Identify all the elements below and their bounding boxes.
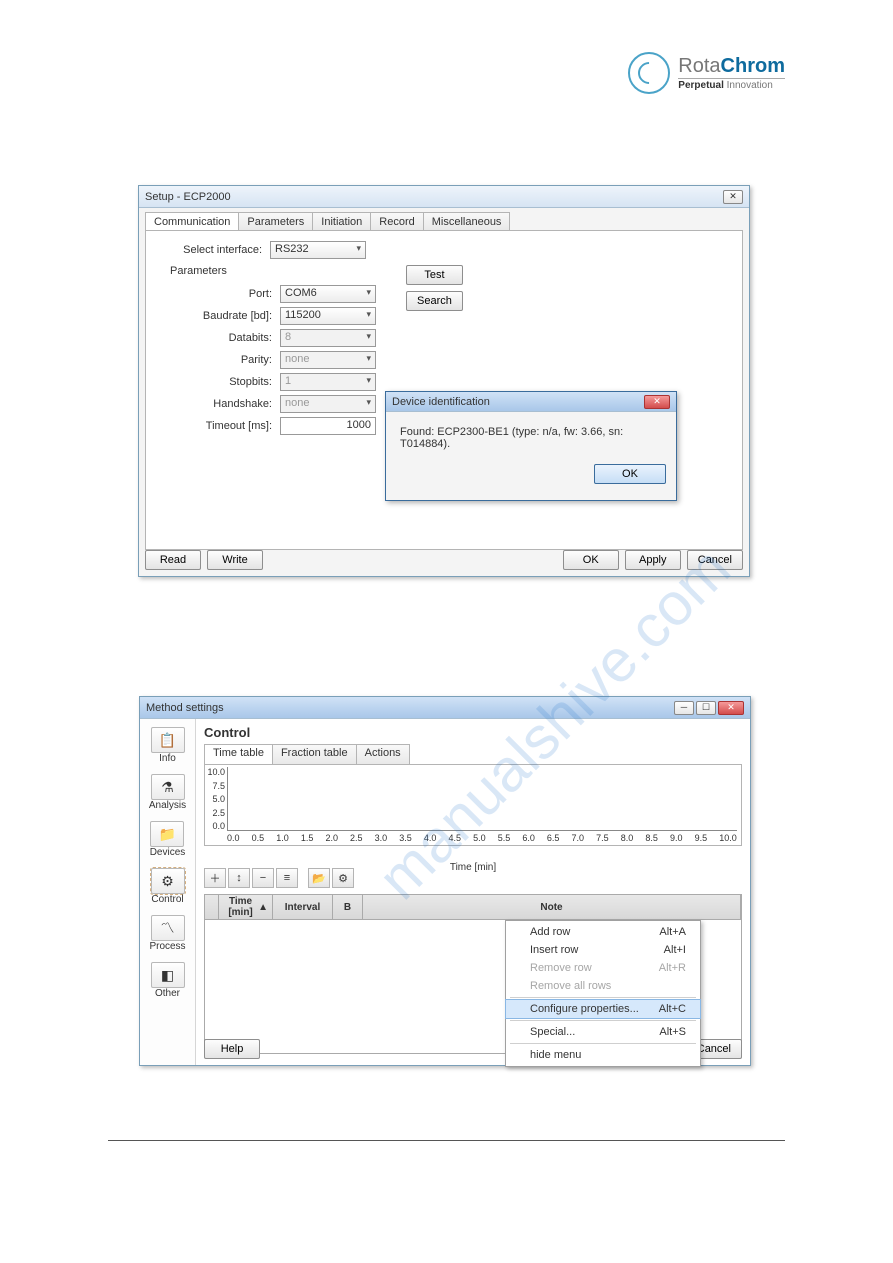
info-icon: 📋 <box>151 727 185 753</box>
setup-tabstrip: Communication Parameters Initiation Reco… <box>139 208 749 230</box>
logo-icon <box>628 52 670 94</box>
minimize-icon[interactable]: ─ <box>674 701 694 715</box>
setup-window: Setup - ECP2000 ✕ Communication Paramete… <box>138 185 750 577</box>
setup-tab-content: Select interface: RS232 Parameters Port:… <box>145 230 743 550</box>
chart-xlabel: Time [min] <box>204 862 742 874</box>
maximize-icon[interactable]: ☐ <box>696 701 716 715</box>
tab-miscellaneous[interactable]: Miscellaneous <box>423 212 511 230</box>
handshake-label: Handshake: <box>170 398 280 410</box>
parity-dropdown: none <box>280 351 376 369</box>
control-icon: ⚙ <box>151 868 185 894</box>
sidebar-label-analysis: Analysis <box>149 800 186 811</box>
sidebar-item-other[interactable]: ◧ Other <box>149 960 187 1001</box>
search-button[interactable]: Search <box>406 291 463 311</box>
brand-tagline: Perpetual Innovation <box>678 78 785 91</box>
tab-record[interactable]: Record <box>370 212 423 230</box>
interface-label: Select interface: <box>160 244 270 256</box>
subtab-actions[interactable]: Actions <box>356 744 410 764</box>
close-icon[interactable]: ✕ <box>723 190 743 204</box>
apply-button[interactable]: Apply <box>625 550 681 570</box>
menu-hide[interactable]: hide menu <box>506 1046 700 1064</box>
menu-configure[interactable]: Configure properties...Alt+C <box>506 1000 700 1018</box>
interface-dropdown[interactable]: RS232 <box>270 241 366 259</box>
process-icon: 〽 <box>151 915 185 941</box>
setup-title: Setup - ECP2000 <box>145 191 231 203</box>
other-icon: ◧ <box>151 962 185 988</box>
menu-remove-all: Remove all rows <box>506 977 700 995</box>
setup-ok-button[interactable]: OK <box>563 550 619 570</box>
help-button[interactable]: Help <box>204 1039 260 1059</box>
col-interval[interactable]: Interval <box>273 895 333 919</box>
method-close-icon[interactable]: ✕ <box>718 701 744 715</box>
col-b[interactable]: B <box>333 895 363 919</box>
menu-insert-row[interactable]: Insert rowAlt+I <box>506 941 700 959</box>
setup-cancel-button[interactable]: Cancel <box>687 550 743 570</box>
setup-titlebar: Setup - ECP2000 ✕ <box>139 186 749 208</box>
brand-name: RotaChrom <box>678 55 785 78</box>
write-button[interactable]: Write <box>207 550 263 570</box>
handshake-dropdown: none <box>280 395 376 413</box>
context-menu: Add rowAlt+A Insert rowAlt+I Remove rowA… <box>505 920 701 1067</box>
sidebar-label-info: Info <box>159 753 176 764</box>
sidebar-item-devices[interactable]: 📁 Devices <box>148 819 188 860</box>
port-label: Port: <box>170 288 280 300</box>
timeout-label: Timeout [ms]: <box>170 420 280 432</box>
timeout-input[interactable]: 1000 <box>280 417 376 435</box>
menu-remove-row: Remove rowAlt+R <box>506 959 700 977</box>
devices-icon: 📁 <box>150 821 184 847</box>
device-id-dialog: Device identification ✕ Found: ECP2300-B… <box>385 391 677 501</box>
grid-body[interactable]: Add rowAlt+A Insert rowAlt+I Remove rowA… <box>204 920 742 1054</box>
tab-initiation[interactable]: Initiation <box>312 212 371 230</box>
baud-dropdown[interactable]: 115200 <box>280 307 376 325</box>
databits-dropdown: 8 <box>280 329 376 347</box>
tab-parameters[interactable]: Parameters <box>238 212 313 230</box>
col-note[interactable]: Note <box>363 895 741 919</box>
brand-logo: RotaChrom Perpetual Innovation <box>628 52 785 94</box>
sidebar-label-control: Control <box>151 894 183 905</box>
sidebar-label-process: Process <box>149 941 185 952</box>
databits-label: Databits: <box>170 332 280 344</box>
grid-header: Time [min] ▲ Interval B Note <box>204 894 742 920</box>
sidebar-item-control[interactable]: ⚙ Control <box>149 866 187 907</box>
main-panel: Control Time table Fraction table Action… <box>196 719 750 1065</box>
read-button[interactable]: Read <box>145 550 201 570</box>
col-time[interactable]: Time [min] ▲ <box>219 895 273 919</box>
method-settings-window: Method settings ─ ☐ ✕ 📋 Info ⚗ Analysis … <box>139 696 751 1066</box>
tab-communication[interactable]: Communication <box>145 212 239 230</box>
sidebar: 📋 Info ⚗ Analysis 📁 Devices ⚙ Control 〽 … <box>140 719 196 1065</box>
menu-add-row[interactable]: Add rowAlt+A <box>506 923 700 941</box>
device-id-ok-button[interactable]: OK <box>594 464 666 484</box>
method-settings-title: Method settings <box>146 702 224 714</box>
stopbits-label: Stopbits: <box>170 376 280 388</box>
stopbits-dropdown: 1 <box>280 373 376 391</box>
sidebar-item-process[interactable]: 〽 Process <box>147 913 187 954</box>
panel-title: Control <box>204 725 742 740</box>
device-id-close-icon[interactable]: ✕ <box>644 395 670 409</box>
sidebar-item-analysis[interactable]: ⚗ Analysis <box>147 772 188 813</box>
sidebar-label-devices: Devices <box>150 847 186 858</box>
footer-rule <box>108 1140 785 1141</box>
menu-special[interactable]: Special...Alt+S <box>506 1023 700 1041</box>
chart-y-axis: 10.0 7.5 5.0 2.5 0.0 <box>207 767 225 831</box>
subtab-fractiontable[interactable]: Fraction table <box>272 744 357 764</box>
analysis-icon: ⚗ <box>151 774 185 800</box>
device-id-message: Found: ECP2300-BE1 (type: n/a, fw: 3.66,… <box>386 412 676 458</box>
port-dropdown[interactable]: COM6 <box>280 285 376 303</box>
sidebar-item-info[interactable]: 📋 Info <box>149 725 187 766</box>
baud-label: Baudrate [bd]: <box>170 310 280 322</box>
chart-x-axis: 0.00.51.01.52.02.53.03.54.04.55.05.56.06… <box>227 833 737 843</box>
parity-label: Parity: <box>170 354 280 366</box>
subtab-timetable[interactable]: Time table <box>204 744 273 764</box>
time-chart: 10.0 7.5 5.0 2.5 0.0 0.00.51.01.52.02.53… <box>204 764 742 846</box>
test-button[interactable]: Test <box>406 265 463 285</box>
device-id-title: Device identification <box>392 396 490 408</box>
sidebar-label-other: Other <box>155 988 180 999</box>
sort-icon: ▲ <box>258 902 268 913</box>
